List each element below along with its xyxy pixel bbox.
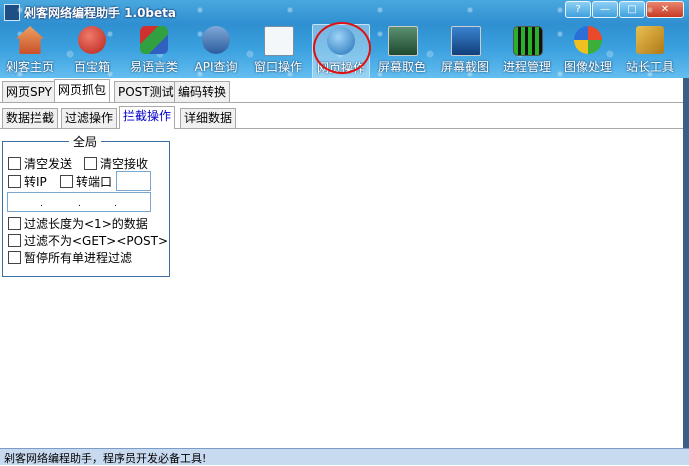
checkbox-box[interactable] (84, 157, 97, 170)
toolbar-item-screen-color[interactable]: 屏幕取色 (374, 24, 430, 78)
tab-post-test[interactable]: POST测试 (114, 81, 178, 102)
help-button[interactable]: ? (565, 1, 591, 18)
screen-capture-icon (451, 26, 481, 56)
window-title: 剁客网络编程助手 1.0beta (24, 6, 176, 20)
sub-tab-bar: 数据拦截 过滤操作 拦截操作 详细数据 (0, 106, 689, 129)
toolbar-item-api[interactable]: API查询 (190, 24, 242, 78)
port-input[interactable] (116, 171, 151, 191)
toolbar-item-screenshot[interactable]: 屏幕截图 (436, 24, 494, 78)
toolbar-label: 屏幕取色 (377, 60, 426, 74)
toolbar-item-toolbox[interactable]: 百宝箱 (66, 24, 118, 78)
group-title: 全局 (69, 133, 102, 150)
toolbar-label: 剁客主页 (5, 60, 54, 74)
pause-filter-checkbox[interactable]: 暂停所有单进程过滤 (8, 251, 132, 265)
cubes-icon (140, 26, 168, 54)
tab-detail-data[interactable]: 详细数据 (180, 108, 237, 128)
app-logo-icon (4, 4, 20, 21)
toolbar-label: API查询 (194, 60, 238, 74)
tab-web-capture[interactable]: 网页抓包 (54, 79, 111, 102)
status-bar: 剁客网络编程助手，程序员开发必备工具! (0, 448, 689, 465)
checkbox-box[interactable] (8, 175, 21, 188)
checkbox-box[interactable] (8, 217, 21, 230)
clear-recv-checkbox[interactable]: 清空接收 (84, 157, 148, 171)
close-button[interactable]: ✕ (646, 1, 684, 18)
toolbar-item-webmaster[interactable]: 站长工具 (622, 24, 678, 78)
api-help-icon (202, 26, 230, 54)
toolbar-item-window[interactable]: 窗口操作 (250, 24, 306, 78)
toolbar-item-elang[interactable]: 易语言类 (126, 24, 182, 78)
checkbox-label: 过滤不为<GET><POST> (24, 234, 169, 248)
checkbox-box[interactable] (60, 175, 73, 188)
window-target-icon (264, 26, 294, 56)
filter-length-checkbox[interactable]: 过滤长度为<1>的数据 (8, 217, 148, 231)
tab-encoding[interactable]: 编码转换 (174, 81, 231, 102)
screen-color-icon (388, 26, 418, 56)
global-group: 全局 清空发送 清空接收 转IP 转端口 . . . 过滤长度为<1>的数据 过… (2, 133, 170, 277)
tab-data-intercept[interactable]: 数据拦截 (2, 108, 59, 128)
toolbox-icon (78, 26, 106, 54)
checkbox-box[interactable] (8, 157, 21, 170)
checkbox-label: 过滤长度为<1>的数据 (24, 217, 148, 231)
tab-intercept-ops[interactable]: 拦截操作 (119, 106, 176, 129)
minimize-button[interactable]: — (592, 1, 618, 18)
checkbox-box[interactable] (8, 234, 21, 247)
checkbox-label: 转IP (24, 175, 47, 189)
checkbox-label: 清空发送 (24, 157, 73, 171)
toolbar-label: 窗口操作 (253, 60, 302, 74)
checkbox-label: 暂停所有单进程过滤 (24, 251, 133, 265)
toolbar-item-home[interactable]: 剁客主页 (2, 24, 58, 78)
title-bar: 剁客网络编程助手 1.0beta ? — □ ✕ (0, 0, 689, 24)
toolbar-item-process[interactable]: 进程管理 (500, 24, 554, 78)
ip-address-input[interactable]: . . . (7, 192, 151, 212)
toolbar-item-image[interactable]: 图像处理 (560, 24, 616, 78)
home-icon (16, 26, 44, 54)
checkbox-label: 转端口 (76, 175, 113, 189)
clear-send-checkbox[interactable]: 清空发送 (8, 157, 72, 171)
main-tab-bar: 网页SPY 网页抓包 POST测试 编码转换 (0, 78, 689, 103)
toolbar-label: 屏幕截图 (440, 60, 489, 74)
maximize-button[interactable]: □ (619, 1, 645, 18)
window-edge (683, 78, 689, 448)
toolbar-label: 易语言类 (129, 60, 178, 74)
webmaster-tools-icon (636, 26, 664, 54)
to-ip-checkbox[interactable]: 转IP (8, 175, 47, 189)
toolbar-label: 百宝箱 (73, 60, 110, 74)
checkbox-label: 清空接收 (100, 157, 149, 171)
tab-web-spy[interactable]: 网页SPY (2, 81, 56, 102)
checkbox-box[interactable] (8, 251, 21, 264)
toolbar-label: 图像处理 (563, 60, 612, 74)
tab-filter-ops[interactable]: 过滤操作 (61, 108, 118, 128)
to-port-checkbox[interactable]: 转端口 (60, 175, 112, 189)
filter-method-checkbox[interactable]: 过滤不为<GET><POST> (8, 234, 168, 248)
toolbar-label: 站长工具 (625, 60, 674, 74)
highlight-circle (313, 22, 371, 74)
image-process-icon (574, 26, 602, 54)
process-bars-icon (513, 26, 543, 56)
toolbar-label: 进程管理 (502, 60, 551, 74)
